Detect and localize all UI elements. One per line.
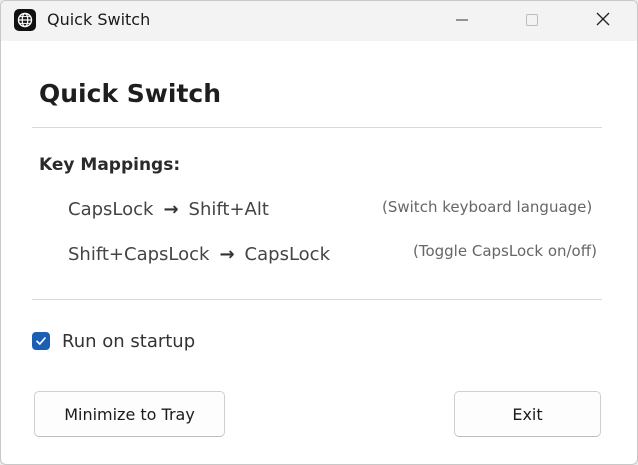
checkmark-icon (35, 332, 47, 351)
arrow-right-icon: → (163, 199, 179, 220)
exit-button[interactable]: Exit (454, 391, 601, 437)
minimize-to-tray-button[interactable]: Minimize to Tray (34, 391, 225, 437)
mapping-to: Shift+Alt (188, 199, 269, 220)
mapping-row: CapsLock → Shift+Alt (68, 198, 269, 222)
close-icon (595, 11, 611, 31)
page-title: Quick Switch (39, 79, 222, 108)
mapping-row: Shift+CapsLock → CapsLock (68, 243, 330, 267)
startup-label[interactable]: Run on startup (62, 330, 195, 354)
close-button[interactable] (580, 1, 626, 41)
title-bar[interactable]: Quick Switch (1, 1, 637, 41)
startup-checkbox[interactable] (32, 332, 50, 350)
minimize-button[interactable] (439, 1, 485, 41)
divider-bottom (32, 299, 602, 300)
mapping-from: Shift+CapsLock (68, 244, 210, 265)
mapping-to: CapsLock (244, 244, 330, 265)
maximize-button[interactable] (509, 1, 555, 41)
maximize-icon (525, 12, 539, 31)
arrow-right-icon: → (219, 244, 235, 265)
mapping-from: CapsLock (68, 199, 154, 220)
mapping-note: (Switch keyboard language) (382, 198, 593, 216)
mapping-note: (Toggle CapsLock on/off) (413, 242, 597, 260)
divider-top (32, 127, 602, 128)
window-title: Quick Switch (47, 10, 151, 29)
app-window: Quick Switch Quick Switch Key Mappings: … (0, 0, 638, 465)
minimize-icon (455, 12, 469, 31)
key-mappings-title: Key Mappings: (39, 155, 181, 175)
globe-icon (14, 9, 36, 31)
